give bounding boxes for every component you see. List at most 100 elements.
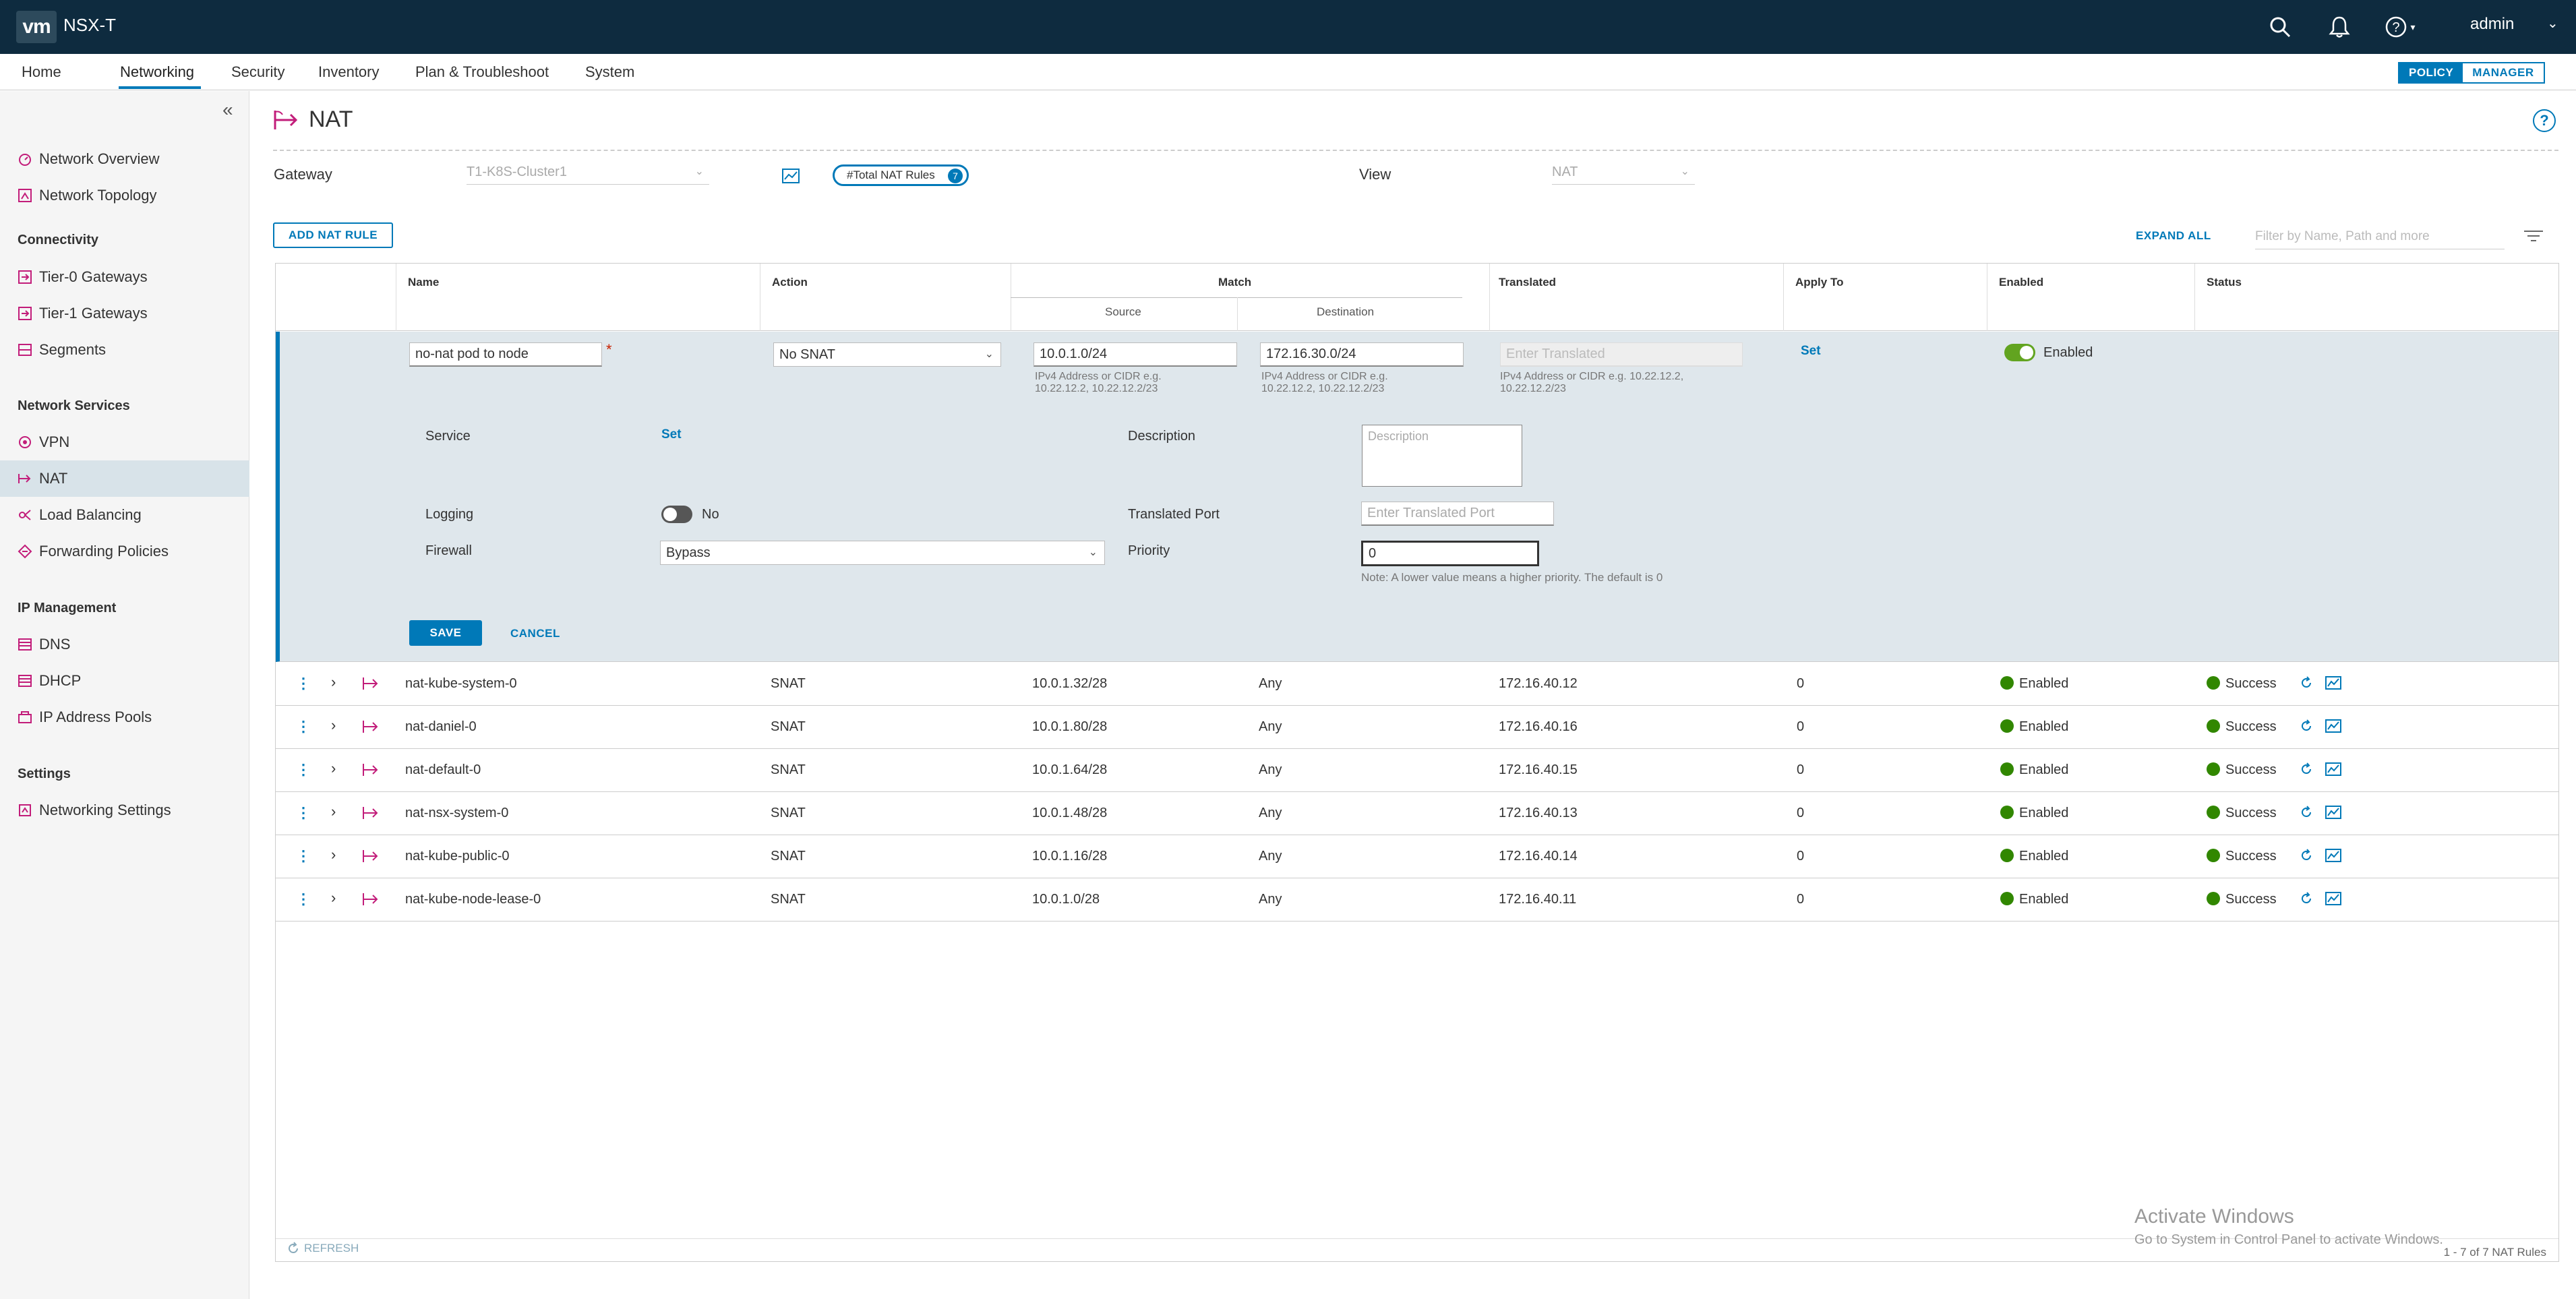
column-header-name[interactable]: Name [408, 276, 439, 289]
column-header-destination[interactable]: Destination [1317, 305, 1374, 319]
sidebar-item-tier1-gateways[interactable]: Tier-1 Gateways [0, 295, 249, 332]
expand-row-icon[interactable]: › [331, 846, 336, 864]
sidebar-item-label: Load Balancing [39, 506, 142, 523]
filter-input[interactable]: Filter by Name, Path and more [2255, 226, 2505, 249]
add-nat-rule-button[interactable]: ADD NAT RULE [273, 222, 393, 248]
sidebar-item-network-topology[interactable]: Network Topology [0, 177, 249, 214]
total-nat-rules-badge[interactable]: #Total NAT Rules 7 [833, 164, 969, 186]
refresh-status-icon[interactable] [2300, 892, 2313, 909]
tab-networking[interactable]: Networking [120, 63, 194, 81]
help-icon[interactable]: ? ▾ [2380, 11, 2420, 43]
row-actions-icon[interactable]: ⋮ [296, 675, 311, 692]
column-header-translated[interactable]: Translated [1499, 276, 1556, 289]
refresh-status-icon[interactable] [2300, 719, 2313, 736]
manager-mode-button[interactable]: MANAGER [2463, 63, 2544, 82]
sidebar-item-label: DNS [39, 636, 71, 653]
collapse-sidebar-icon[interactable]: « [222, 99, 233, 121]
tab-inventory[interactable]: Inventory [318, 63, 380, 81]
chart-icon[interactable] [782, 169, 800, 187]
refresh-button[interactable]: REFRESH [287, 1242, 359, 1255]
rule-enabled: Enabled [2000, 892, 2068, 907]
refresh-status-icon[interactable] [2300, 676, 2313, 693]
view-select[interactable]: NAT ⌄ [1552, 162, 1695, 185]
dhcp-icon [18, 673, 32, 688]
sidebar-item-nat[interactable]: NAT [0, 460, 249, 497]
bell-icon[interactable] [2323, 11, 2356, 43]
refresh-status-icon[interactable] [2300, 849, 2313, 866]
service-set-link[interactable]: Set [661, 427, 682, 442]
gateway-select-value: T1-K8S-Cluster1 [467, 164, 567, 179]
row-actions-icon[interactable]: ⋮ [296, 761, 311, 779]
user-caret-icon[interactable]: ⌄ [2547, 15, 2558, 32]
expand-row-icon[interactable]: › [331, 673, 336, 691]
chart-icon[interactable] [2325, 762, 2341, 779]
cancel-button[interactable]: CANCEL [510, 627, 560, 640]
rule-apply-to[interactable]: 0 [1797, 676, 1804, 692]
expand-row-icon[interactable]: › [331, 717, 336, 734]
save-button[interactable]: SAVE [409, 620, 482, 646]
action-select[interactable]: No SNAT ⌄ [773, 342, 1001, 367]
table-row[interactable]: ⋮ › nat-kube-system-0 SNAT 10.0.1.32/28 Any 17… [276, 663, 2558, 706]
firewall-select[interactable]: Bypass ⌄ [660, 541, 1105, 565]
refresh-status-icon[interactable] [2300, 806, 2313, 822]
sidebar-item-label: VPN [39, 433, 70, 450]
rule-apply-to[interactable]: 0 [1797, 762, 1804, 778]
rule-apply-to[interactable]: 0 [1797, 892, 1804, 907]
translated-input[interactable]: Enter Translated [1500, 342, 1743, 367]
table-row[interactable]: ⋮ › nat-daniel-0 SNAT 10.0.1.80/28 Any 172.16.… [276, 706, 2558, 749]
sidebar-item-load-balancing[interactable]: Load Balancing [0, 497, 249, 533]
tab-security[interactable]: Security [231, 63, 284, 81]
row-actions-icon[interactable]: ⋮ [296, 847, 311, 865]
translated-port-input[interactable]: Enter Translated Port [1361, 502, 1554, 526]
filter-icon[interactable] [2523, 229, 2544, 246]
expand-row-icon[interactable]: › [331, 803, 336, 820]
chart-icon[interactable] [2325, 806, 2341, 822]
source-input[interactable]: 10.0.1.0/24 [1034, 342, 1237, 367]
sidebar-item-dns[interactable]: DNS [0, 626, 249, 663]
row-actions-icon[interactable]: ⋮ [296, 804, 311, 822]
chart-icon[interactable] [2325, 849, 2341, 866]
page-help-icon[interactable]: ? [2533, 109, 2556, 132]
chart-icon[interactable] [2325, 719, 2341, 736]
column-header-source[interactable]: Source [1105, 305, 1141, 319]
sidebar-item-forwarding-policies[interactable]: Forwarding Policies [0, 533, 249, 570]
enabled-toggle[interactable] [2004, 344, 2035, 361]
tab-system[interactable]: System [585, 63, 634, 81]
sidebar-item-network-overview[interactable]: Network Overview [0, 141, 249, 177]
destination-input[interactable]: 172.16.30.0/24 [1260, 342, 1464, 367]
sidebar-item-ip-address-pools[interactable]: IP Address Pools [0, 699, 249, 735]
chart-icon[interactable] [2325, 676, 2341, 693]
tab-home[interactable]: Home [22, 63, 61, 81]
priority-input[interactable]: 0 [1361, 541, 1539, 566]
row-actions-icon[interactable]: ⋮ [296, 718, 311, 735]
table-row[interactable]: ⋮ › nat-nsx-system-0 SNAT 10.0.1.48/28 Any 172… [276, 792, 2558, 835]
sidebar-item-dhcp[interactable]: DHCP [0, 663, 249, 699]
expand-row-icon[interactable]: › [331, 760, 336, 777]
table-row[interactable]: ⋮ › nat-kube-node-lease-0 SNAT 10.0.1.0/28 An… [276, 878, 2558, 922]
sidebar-item-tier0-gateways[interactable]: Tier-0 Gateways [0, 259, 249, 295]
policy-mode-button[interactable]: POLICY [2399, 63, 2463, 82]
chart-icon[interactable] [2325, 892, 2341, 909]
success-status-dot [2207, 849, 2220, 862]
rule-apply-to[interactable]: 0 [1797, 806, 1804, 821]
rule-apply-to[interactable]: 0 [1797, 719, 1804, 735]
column-header-action[interactable]: Action [772, 276, 808, 289]
table-row[interactable]: ⋮ › nat-kube-public-0 SNAT 10.0.1.16/28 Any 17… [276, 835, 2558, 878]
rule-name-input[interactable]: no-nat pod to node [409, 342, 602, 367]
sidebar-item-networking-settings[interactable]: Networking Settings [0, 792, 249, 828]
sidebar-item-segments[interactable]: Segments [0, 332, 249, 368]
tab-plan-troubleshoot[interactable]: Plan & Troubleshoot [415, 63, 549, 81]
rule-apply-to[interactable]: 0 [1797, 849, 1804, 864]
expand-all-button[interactable]: EXPAND ALL [2136, 229, 2211, 243]
logging-toggle[interactable] [661, 506, 692, 523]
gateway-select[interactable]: T1-K8S-Cluster1 ⌄ [467, 162, 709, 185]
table-row[interactable]: ⋮ › nat-default-0 SNAT 10.0.1.64/28 Any 172.16… [276, 749, 2558, 792]
search-icon[interactable] [2264, 11, 2296, 43]
row-actions-icon[interactable]: ⋮ [296, 890, 311, 908]
user-menu[interactable]: admin [2470, 15, 2514, 34]
refresh-status-icon[interactable] [2300, 762, 2313, 779]
description-textarea[interactable]: Description [1362, 425, 1522, 487]
expand-row-icon[interactable]: › [331, 889, 336, 907]
sidebar-item-vpn[interactable]: VPN [0, 424, 249, 460]
apply-to-set-link[interactable]: Set [1801, 344, 1821, 359]
